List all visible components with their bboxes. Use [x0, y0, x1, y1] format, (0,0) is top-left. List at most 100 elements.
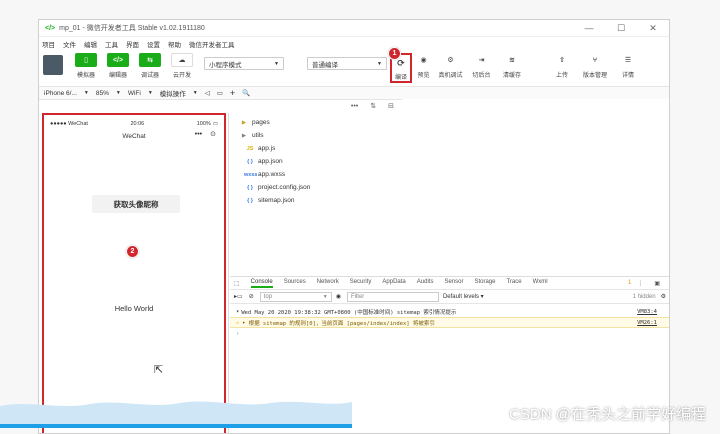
add-file-button[interactable]: +: [230, 88, 235, 98]
menu-settings[interactable]: 设置: [147, 39, 160, 49]
minimize-button[interactable]: —: [573, 23, 605, 34]
menu-devtools[interactable]: 微信开发者工具: [189, 39, 235, 49]
file-tree-item[interactable]: ▶ pages: [230, 116, 402, 129]
sort-icon[interactable]: ⇅: [370, 102, 376, 110]
hidden-count: 1 hidden: [632, 293, 656, 300]
tab-sensor[interactable]: Sensor: [444, 279, 463, 288]
preview-button[interactable]: ◉ 预览: [412, 53, 435, 79]
clock-text: 20:06: [130, 120, 145, 127]
capsule-menu[interactable]: ••• ⊙: [195, 130, 216, 139]
maximize-button[interactable]: ☐: [605, 23, 637, 34]
device-select[interactable]: iPhone 6/...: [44, 90, 77, 97]
file-tree-item[interactable]: JS app.js: [230, 142, 402, 155]
tab-security[interactable]: Security: [350, 279, 372, 288]
context-select[interactable]: top ▼: [259, 291, 332, 302]
editor-area[interactable]: [402, 99, 669, 276]
levels-select[interactable]: Default levels ▾: [443, 293, 484, 300]
compile-select[interactable]: 普通编译 ▼: [307, 57, 387, 70]
tab-appdata[interactable]: AppData: [382, 279, 405, 288]
file-tree-item[interactable]: { } project.config.json: [230, 181, 402, 194]
sound-icon[interactable]: ◁: [205, 89, 210, 97]
upload-button[interactable]: ⇧ 上传: [547, 53, 577, 79]
tab-trace[interactable]: Trace: [506, 279, 521, 288]
log-source-link[interactable]: VM83:4: [637, 309, 657, 315]
file-tree-item[interactable]: wxss app.wxss: [230, 168, 402, 181]
console-tabs: ⬚ Console Sources Network Security AppData Au…: [230, 277, 669, 290]
expand-icon[interactable]: ▾: [236, 309, 239, 315]
eye-icon[interactable]: ◉: [336, 293, 341, 300]
get-profile-button[interactable]: 获取头像昵称: [92, 195, 180, 213]
file-type-icon: { }: [247, 197, 253, 204]
search-icon[interactable]: 🔍: [242, 89, 250, 97]
menu-view[interactable]: 界面: [126, 39, 139, 49]
dock-icon[interactable]: ▣: [654, 280, 660, 287]
tab-audits[interactable]: Audits: [417, 279, 434, 288]
menu-edit[interactable]: 编辑: [84, 39, 97, 49]
kebab-menu-icon[interactable]: ⋮: [637, 280, 643, 287]
clear-cache-label: 清缓存: [502, 73, 521, 79]
menu-tools[interactable]: 工具: [105, 39, 118, 49]
more-icon[interactable]: •••: [351, 103, 358, 110]
tab-console[interactable]: Console: [250, 279, 273, 288]
debugger-icon: ⇆: [139, 53, 161, 67]
clear-console-icon[interactable]: ⊘: [249, 293, 254, 300]
window-icon[interactable]: ▭: [217, 89, 223, 97]
warning-source-link[interactable]: VM26:1: [637, 320, 657, 326]
details-button[interactable]: ☰ 详情: [613, 53, 643, 79]
menu-project[interactable]: 项目: [42, 39, 55, 49]
file-tree-item[interactable]: { } app.json: [230, 155, 402, 168]
zoom-select[interactable]: 85%: [96, 90, 109, 97]
warning-count[interactable]: 1: [628, 280, 631, 286]
file-name: app.wxss: [258, 171, 286, 178]
tab-wxml[interactable]: Wxml: [533, 279, 548, 288]
target-close-icon[interactable]: ⊙: [210, 130, 216, 138]
debugger-button[interactable]: ⇆ 调试器: [134, 53, 166, 79]
switch-icon: ⇥: [478, 57, 485, 64]
close-button[interactable]: ✕: [637, 23, 669, 34]
filter-input[interactable]: Filter: [346, 291, 439, 302]
gear-icon[interactable]: ⚙: [661, 293, 666, 300]
clear-cache-button[interactable]: ≋ 清缓存: [497, 53, 527, 79]
network-select[interactable]: WiFi: [128, 90, 141, 97]
tab-sources[interactable]: Sources: [284, 279, 306, 288]
hello-text: Hello World: [114, 304, 154, 313]
console-prompt[interactable]: ›: [230, 328, 669, 339]
simulate-op-select[interactable]: 模拟操作: [160, 88, 186, 98]
user-avatar[interactable]: [43, 55, 63, 75]
editor-button[interactable]: </> 编辑器: [102, 53, 134, 79]
log-entry-text: Wed May 20 2020 19:38:32 GMT+0800 (中国标准时…: [241, 309, 457, 316]
tab-storage[interactable]: Storage: [474, 279, 495, 288]
file-tree-item[interactable]: { } sitemap.json: [230, 194, 402, 207]
remote-debug-button[interactable]: ⚙ 真机调试: [435, 53, 466, 79]
expand-icon[interactable]: ▸: [242, 320, 245, 326]
prompt-caret-icon: ›: [236, 330, 240, 337]
menu-bar: 项目 文件 编辑 工具 界面 设置 帮助 微信开发者工具: [39, 37, 669, 50]
annotation-badge-1: 1: [388, 47, 401, 60]
toolbar: ▯ 模拟器 </> 编辑器 ⇆ 调试器 ☁ 云开发 小程序模式 ▼ 普通编译 ▼…: [39, 47, 669, 86]
carrier-text: ●●●●● WeChat: [50, 120, 88, 127]
file-tree-item[interactable]: ▶ utils: [230, 129, 402, 142]
cloud-dev-button[interactable]: ☁ 云开发: [166, 53, 198, 79]
menu-file[interactable]: 文件: [63, 39, 76, 49]
simulator-button[interactable]: ▯ 模拟器: [70, 53, 102, 79]
simulator-label: 模拟器: [76, 73, 95, 79]
layers-icon: ≋: [509, 57, 515, 64]
version-button[interactable]: ⑂ 版本管理: [577, 53, 613, 80]
menu-icon: ☰: [624, 57, 632, 64]
version-label: 版本管理: [582, 73, 607, 79]
inspect-icon[interactable]: ⬚: [234, 280, 240, 287]
folder-arrow-icon: ▶: [241, 119, 247, 126]
file-name: sitemap.json: [258, 197, 295, 204]
tab-network[interactable]: Network: [317, 279, 339, 288]
background-button[interactable]: ⇥ 切后台: [466, 53, 497, 79]
menu-help[interactable]: 帮助: [168, 39, 181, 49]
mouse-cursor-icon: ⇱: [154, 364, 164, 376]
collapse-icon[interactable]: ⊟: [388, 102, 394, 110]
filter-placeholder: Filter: [350, 293, 365, 300]
simulator-icon: ▯: [75, 53, 97, 67]
console-sidebar-icon[interactable]: ▸▭: [234, 293, 243, 300]
mode-select[interactable]: 小程序模式 ▼: [204, 57, 284, 70]
file-type-icon: { }: [247, 158, 253, 165]
more-dots-icon[interactable]: •••: [195, 131, 202, 138]
chevron-down-icon: ▼: [115, 90, 121, 96]
